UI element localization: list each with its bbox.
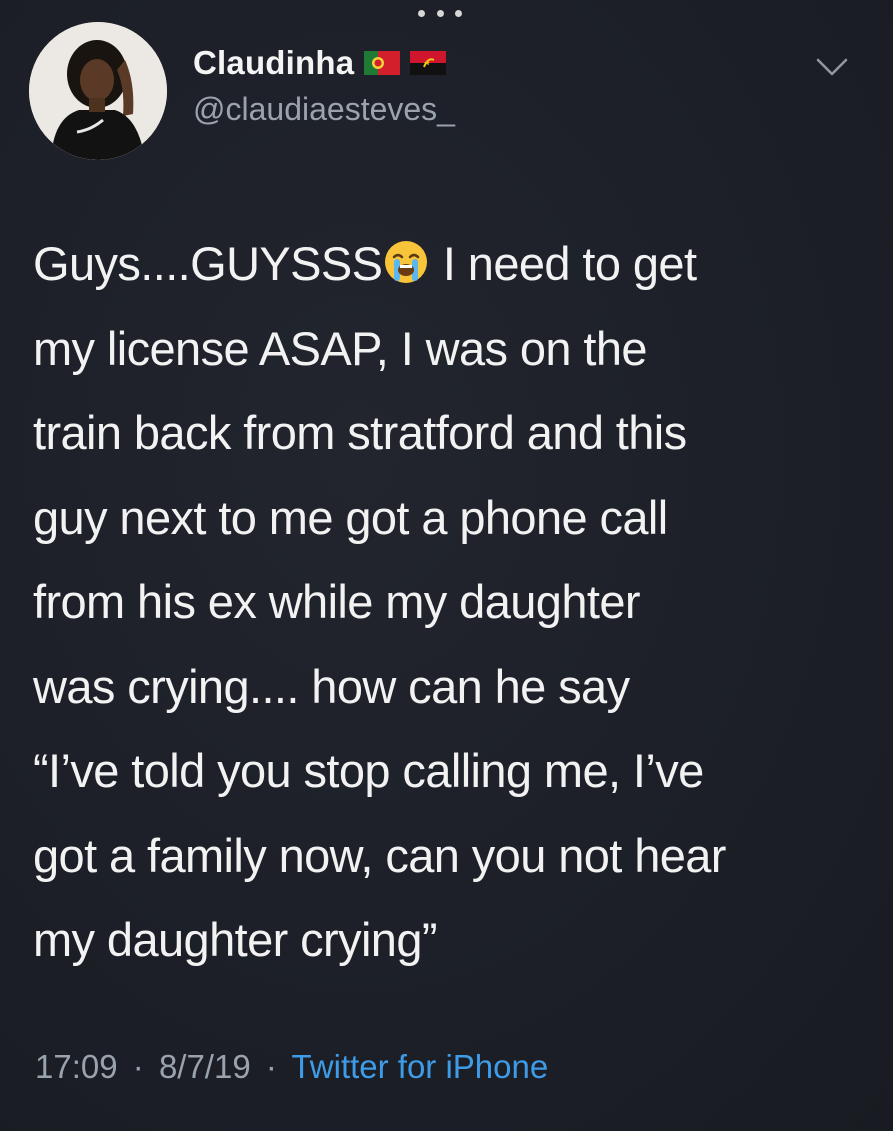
tweet-meta: 17:09 · 8/7/19 · Twitter for iPhone [35, 1048, 548, 1086]
angola-flag-icon [410, 51, 447, 75]
meta-separator: · [132, 1048, 144, 1085]
user-handle[interactable]: @claudiaesteves_ [193, 91, 455, 128]
chevron-down-icon[interactable] [812, 52, 852, 82]
tweet-text: Guys....GUYSSS I need to get my license … [33, 222, 873, 983]
display-name[interactable]: Claudinha [193, 44, 354, 82]
tweet-time[interactable]: 17:09 [35, 1048, 118, 1085]
portugal-flag-icon [364, 51, 401, 75]
name-row: Claudinha [193, 44, 447, 82]
more-options-icon[interactable] [418, 6, 462, 20]
meta-separator: · [265, 1048, 277, 1085]
tweet-text-line1-start: Guys....GUYSSS [33, 237, 383, 290]
avatar[interactable] [29, 22, 167, 160]
flags [364, 51, 447, 75]
tweet-card: Claudinha @claudiaesteves_ Guys....GUYSS… [0, 0, 893, 1131]
tweet-text-line1-end: I need to get [430, 237, 697, 290]
tweet-date[interactable]: 8/7/19 [159, 1048, 251, 1085]
loudly-crying-face-icon [385, 241, 428, 283]
tweet-text-body: my license ASAP, I was on the train back… [33, 321, 726, 967]
tweet-source-link[interactable]: Twitter for iPhone [291, 1048, 548, 1085]
